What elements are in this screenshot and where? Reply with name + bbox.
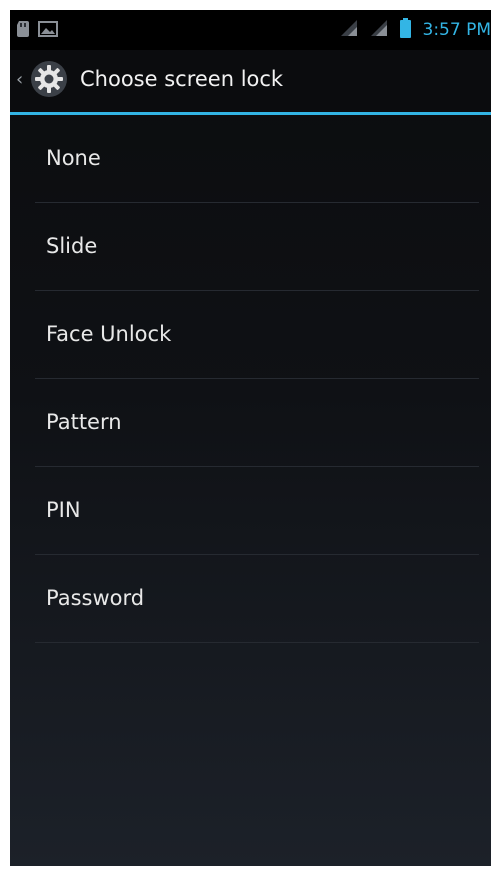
lock-option-label: None bbox=[46, 146, 101, 170]
lock-option-password[interactable]: Password bbox=[10, 555, 491, 643]
lock-option-label: Password bbox=[46, 586, 145, 610]
battery-icon bbox=[399, 18, 411, 42]
lock-option-label: Pattern bbox=[46, 410, 122, 434]
list-divider bbox=[35, 642, 479, 643]
screen-lock-options-list: None Slide Face Unlock Pattern PIN Passw… bbox=[10, 115, 491, 643]
lock-option-none[interactable]: None bbox=[10, 115, 491, 203]
status-bar-system: 3:57 PM bbox=[340, 18, 491, 42]
settings-gear-icon[interactable] bbox=[30, 60, 68, 98]
status-bar-notifications bbox=[16, 20, 58, 42]
status-time: 3:57 PM bbox=[422, 20, 491, 40]
status-bar: 3:57 PM bbox=[10, 10, 491, 50]
lock-option-label: Slide bbox=[46, 234, 98, 258]
lock-option-slide[interactable]: Slide bbox=[10, 203, 491, 291]
phone-screen: 3:57 PM ‹ Choose screen lock None Slide … bbox=[10, 10, 491, 866]
action-bar: ‹ Choose screen lock bbox=[10, 50, 491, 110]
image-notification-icon bbox=[38, 21, 58, 41]
lock-option-pin[interactable]: PIN bbox=[10, 467, 491, 555]
lock-option-face-unlock[interactable]: Face Unlock bbox=[10, 291, 491, 379]
page-title: Choose screen lock bbox=[80, 67, 284, 91]
wifi-signal-icon bbox=[340, 19, 358, 41]
lock-option-label: Face Unlock bbox=[46, 322, 172, 346]
sd-card-icon bbox=[16, 20, 30, 42]
lock-option-pattern[interactable]: Pattern bbox=[10, 379, 491, 467]
cell-signal-icon bbox=[370, 19, 388, 41]
up-navigation-icon[interactable]: ‹ bbox=[16, 69, 23, 90]
lock-option-label: PIN bbox=[46, 498, 81, 522]
